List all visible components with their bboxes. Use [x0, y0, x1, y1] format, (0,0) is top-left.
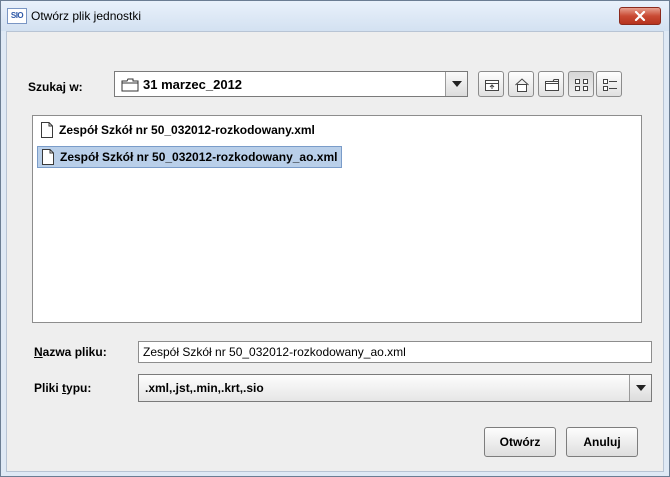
file-icon	[41, 122, 53, 138]
filetype-combo[interactable]: .xml,.jst,.min,.krt,.sio	[138, 374, 652, 402]
cancel-button[interactable]: Anuluj	[566, 427, 638, 457]
chevron-down-icon[interactable]	[629, 375, 651, 401]
filetype-value: .xml,.jst,.min,.krt,.sio	[145, 381, 264, 395]
filetype-label-post: ypu:	[66, 381, 92, 395]
look-in-combo[interactable]: 31 marzec_2012	[114, 71, 468, 97]
file-icon	[42, 149, 54, 165]
file-list[interactable]: Zespół Szkół nr 50_032012-rozkodowany.xm…	[32, 115, 642, 323]
file-name: Zespół Szkół nr 50_032012-rozkodowany_ao…	[60, 150, 338, 164]
list-view-button[interactable]	[568, 71, 594, 97]
list-view-icon	[575, 79, 588, 91]
filename-label: Nazwa pliku:	[34, 345, 107, 359]
look-in-value: 31 marzec_2012	[143, 77, 243, 92]
details-view-button[interactable]	[596, 71, 622, 97]
filename-label-text: azwa pliku:	[42, 345, 107, 359]
new-folder-button[interactable]	[538, 71, 564, 97]
details-view-icon	[603, 79, 617, 91]
filename-label-mnemonic: N	[34, 345, 43, 359]
filename-input[interactable]: Zespół Szkół nr 50_032012-rozkodowany_ao…	[138, 341, 652, 363]
file-name: Zespół Szkół nr 50_032012-rozkodowany.xm…	[59, 123, 315, 137]
folder-icon	[121, 78, 139, 92]
up-folder-icon	[485, 80, 499, 91]
new-folder-icon	[545, 79, 559, 91]
chevron-down-icon[interactable]	[445, 72, 467, 96]
close-button[interactable]	[619, 7, 661, 25]
close-icon	[634, 11, 646, 21]
home-icon	[515, 78, 529, 92]
up-one-level-button[interactable]	[478, 71, 504, 97]
look-in-label: Szukaj w:	[28, 80, 83, 94]
list-item-selected[interactable]: Zespół Szkół nr 50_032012-rozkodowany_ao…	[37, 146, 343, 168]
filetype-label: Pliki typu:	[34, 381, 91, 395]
open-button[interactable]: Otwórz	[484, 427, 556, 457]
list-item[interactable]: Zespół Szkół nr 50_032012-rozkodowany.xm…	[37, 120, 319, 142]
filetype-label-pre: Pliki	[34, 381, 63, 395]
window-title: Otwórz plik jednostki	[31, 9, 142, 23]
title-bar[interactable]: SIO Otwórz plik jednostki	[1, 1, 669, 31]
home-button[interactable]	[508, 71, 534, 97]
sio-app-icon: SIO	[7, 8, 27, 24]
